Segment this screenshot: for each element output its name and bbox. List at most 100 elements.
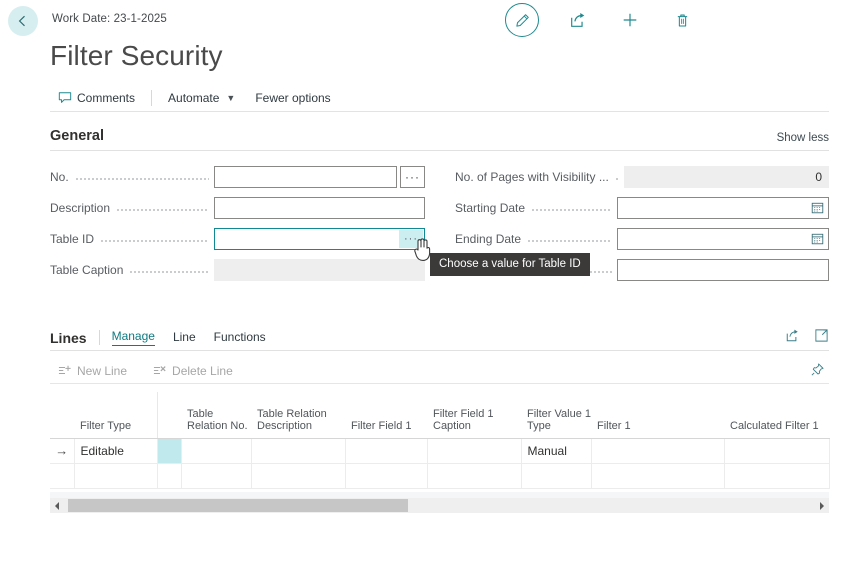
col-filter-value-1-type[interactable]: Filter Value 1 Type — [521, 392, 591, 439]
delete-line-label: Delete Line — [172, 363, 233, 378]
field-right-fourth-input[interactable] — [617, 259, 829, 281]
general-heading: General — [50, 128, 104, 144]
col-table-relation-no[interactable]: Table Relation No. — [181, 392, 251, 439]
pencil-icon — [515, 13, 529, 27]
share-lines-button[interactable] — [785, 328, 800, 348]
lines-tab-functions[interactable]: Functions — [214, 330, 266, 346]
fewer-options-label: Fewer options — [255, 91, 331, 105]
field-ending-date-label: Ending Date — [455, 232, 522, 246]
work-date-label: Work Date: 23-1-2025 — [52, 13, 167, 25]
field-no-assist-button[interactable]: ··· — [400, 166, 425, 188]
scroll-left-arrow-icon[interactable] — [50, 501, 64, 511]
field-table-caption-value — [214, 259, 425, 281]
field-no-input[interactable] — [214, 166, 397, 188]
share-icon — [571, 12, 585, 27]
field-starting-date-input[interactable] — [617, 197, 829, 219]
cell-filter-1[interactable] — [590, 462, 725, 489]
table-header-row: Filter Type Table Relation No. Table Rel… — [50, 392, 829, 439]
trash-icon — [677, 14, 687, 27]
edit-button[interactable] — [505, 3, 539, 37]
automate-label: Automate — [168, 91, 220, 105]
field-table-id-input[interactable]: ··· — [214, 228, 425, 250]
field-ending-date: Ending Date — [455, 228, 829, 250]
share-button[interactable] — [565, 7, 591, 33]
col-table-relation-description[interactable]: Table Relation Description — [251, 392, 345, 439]
cell-filter-1[interactable] — [590, 437, 725, 464]
cell-table-relation-no[interactable] — [180, 462, 252, 489]
field-table-id-assist-button[interactable]: ··· — [399, 230, 423, 248]
lines-table: Filter Type Table Relation No. Table Rel… — [50, 392, 830, 489]
calendar-icon[interactable] — [811, 201, 824, 214]
new-line-button[interactable]: New Line — [50, 364, 127, 378]
new-line-icon — [58, 365, 71, 375]
lines-grid: Filter Type Table Relation No. Table Rel… — [50, 392, 830, 489]
new-button[interactable] — [617, 7, 643, 33]
cell-filter-field-1[interactable] — [344, 462, 428, 489]
row-indicator: → — [50, 437, 75, 464]
field-description-label: Description — [50, 201, 111, 215]
cell-table-relation-no[interactable] — [180, 437, 252, 464]
grid-horizontal-scrollbar[interactable] — [50, 498, 829, 513]
command-divider — [151, 90, 153, 106]
show-less-link[interactable]: Show less — [777, 132, 829, 144]
cell-table-relation-description[interactable] — [250, 437, 346, 464]
col-filter-1[interactable]: Filter 1 — [591, 392, 724, 439]
col-calculated-filter-1[interactable]: Calculated Filter 1 — [724, 392, 829, 439]
scrollbar-track[interactable] — [64, 498, 815, 513]
cell-filter-type[interactable]: Editable — [73, 437, 158, 464]
col-filter-type[interactable]: Filter Type — [74, 392, 157, 439]
back-button[interactable] — [8, 6, 38, 36]
col-blank — [156, 392, 181, 439]
cell-selected[interactable] — [156, 437, 182, 464]
scroll-right-arrow-icon[interactable] — [815, 501, 829, 511]
calendar-glyph — [811, 202, 824, 214]
pin-icon — [811, 363, 824, 376]
lines-tab-line[interactable]: Line — [173, 330, 196, 346]
row-indicator — [50, 462, 75, 489]
pages-visibility-number: 0 — [815, 170, 822, 184]
field-ending-date-input[interactable] — [617, 228, 829, 250]
triangle-left-glyph — [55, 501, 59, 510]
automate-menu[interactable]: Automate ▼ — [158, 87, 245, 109]
share-icon — [786, 329, 798, 341]
comments-button[interactable]: Comments — [50, 87, 145, 109]
table-row[interactable]: → Editable Manual — [50, 437, 830, 464]
open-full-page-button[interactable] — [814, 328, 829, 348]
cell-filter-value-1-type[interactable] — [520, 462, 592, 489]
cell-filter-field-1-caption[interactable] — [426, 462, 522, 489]
cell-table-relation-description[interactable] — [250, 462, 346, 489]
field-description-input[interactable] — [214, 197, 425, 219]
general-section-header: General Show less — [50, 128, 829, 151]
tooltip: Choose a value for Table ID — [430, 253, 590, 276]
leader-dots — [531, 202, 612, 214]
page-title: Filter Security — [50, 40, 223, 71]
col-filter-field-1[interactable]: Filter Field 1 — [345, 392, 427, 439]
lines-tab-manage[interactable]: Manage — [111, 329, 155, 346]
cell-calculated-filter-1[interactable] — [723, 437, 830, 464]
comment-icon — [58, 92, 72, 103]
col-filter-field-1-caption[interactable]: Filter Field 1 Caption — [427, 392, 521, 439]
triangle-right-glyph — [820, 501, 824, 510]
lines-command-bar: New Line Delete Line — [50, 358, 829, 384]
field-table-id: Table ID ··· — [50, 228, 425, 250]
lines-table-head: Filter Type Table Relation No. Table Rel… — [50, 392, 829, 439]
lines-section-header: Lines Manage Line Functions — [50, 325, 829, 351]
calendar-icon[interactable] — [811, 232, 824, 245]
new-line-label: New Line — [77, 363, 128, 378]
table-row[interactable] — [50, 462, 830, 489]
cell-filter-field-1-caption[interactable] — [426, 437, 522, 464]
pin-button[interactable] — [810, 362, 829, 380]
delete-button[interactable] — [669, 7, 695, 33]
cell-filter-value-1-type[interactable]: Manual — [520, 437, 592, 464]
leader-dots — [74, 171, 209, 183]
fewer-options-button[interactable]: Fewer options — [245, 87, 340, 109]
expand-icon — [815, 328, 828, 342]
arrow-left-icon — [18, 15, 25, 27]
cell-calculated-filter-1[interactable] — [723, 462, 830, 489]
field-pages-visibility: No. of Pages with Visibility ... 0 — [455, 166, 829, 188]
cell-filter-field-1[interactable] — [344, 437, 428, 464]
cell-blank[interactable] — [156, 462, 182, 489]
delete-line-button[interactable]: Delete Line — [145, 364, 233, 378]
scrollbar-thumb[interactable] — [68, 499, 408, 512]
cell-filter-type[interactable] — [73, 462, 158, 489]
